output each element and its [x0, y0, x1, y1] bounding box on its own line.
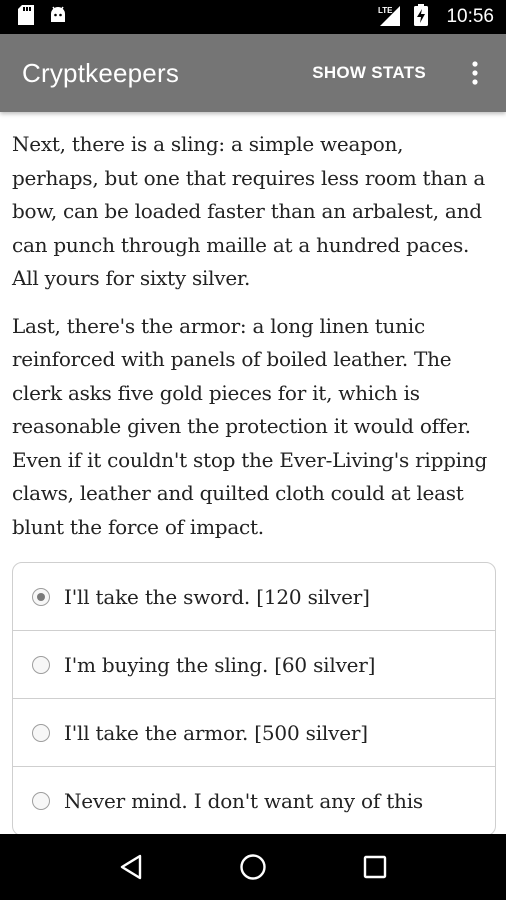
- status-right-icons: LTE 10:56: [378, 3, 494, 31]
- lte-label: LTE: [378, 6, 393, 15]
- show-stats-button[interactable]: SHOW STATS: [312, 63, 426, 83]
- home-icon[interactable]: [223, 837, 283, 897]
- choice-never-mind[interactable]: Never mind. I don't want any of this: [13, 767, 495, 834]
- status-left-icons: [18, 4, 68, 30]
- battery-charging-icon: [414, 3, 429, 31]
- clock: 10:56: [446, 6, 494, 27]
- sd-card-icon: [18, 4, 34, 30]
- recents-icon[interactable]: [345, 837, 405, 897]
- choice-label: Never mind. I don't want any of this: [64, 789, 423, 813]
- radio-unselected-icon[interactable]: [32, 792, 50, 810]
- android-icon: [48, 5, 68, 30]
- app-bar: Cryptkeepers SHOW STATS: [0, 34, 506, 112]
- story-paragraph: Next, there is a sling: a simple weapon,…: [12, 132, 486, 290]
- story-paragraph: Last, there's the armor: a long linen tu…: [12, 313, 487, 539]
- choice-label: I'll take the armor. [500 silver]: [64, 720, 368, 745]
- choice-label: I'm buying the sling. [60 silver]: [64, 652, 376, 677]
- back-icon[interactable]: [101, 837, 161, 897]
- radio-selected-icon[interactable]: [32, 587, 50, 606]
- choice-sling[interactable]: I'm buying the sling. [60 silver]: [13, 631, 495, 699]
- choice-sword[interactable]: I'll take the sword. [120 silver]: [13, 563, 495, 631]
- radio-unselected-icon[interactable]: [32, 723, 50, 742]
- app-title: Cryptkeepers: [22, 57, 180, 88]
- choice-label: I'll take the sword. [120 silver]: [64, 584, 370, 609]
- story-text: Next, there is a sling: a simple weapon,…: [12, 128, 494, 544]
- radio-unselected-icon[interactable]: [32, 655, 50, 674]
- more-vert-icon[interactable]: [460, 53, 490, 93]
- choice-armor[interactable]: I'll take the armor. [500 silver]: [13, 699, 495, 767]
- navigation-bar: [0, 834, 506, 900]
- lte-signal-icon: LTE: [378, 4, 401, 31]
- status-bar: LTE 10:56: [0, 0, 506, 34]
- story-content[interactable]: Next, there is a sling: a simple weapon,…: [0, 112, 506, 834]
- choice-list: I'll take the sword. [120 silver] I'm bu…: [12, 562, 496, 834]
